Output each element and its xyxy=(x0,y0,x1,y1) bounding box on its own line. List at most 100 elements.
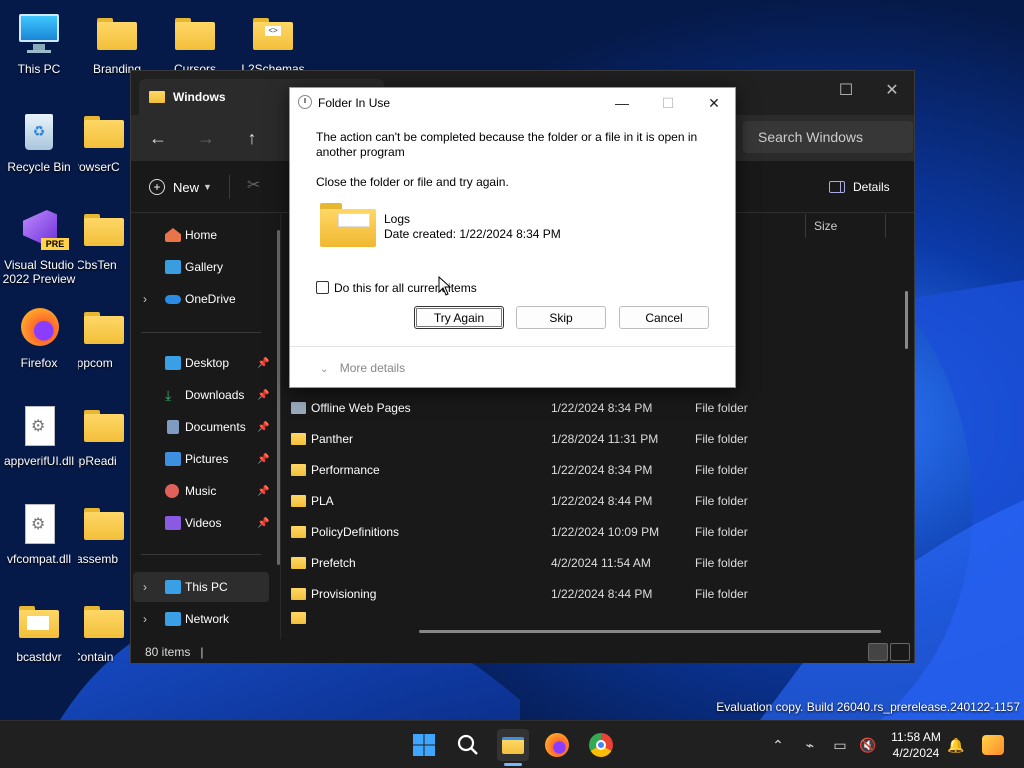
desktop-icon-recycle-bin[interactable]: ♻ Recycle Bin xyxy=(0,102,78,192)
file-list-horizontal-scrollbar[interactable] xyxy=(419,630,881,633)
up-button[interactable]: ↑ xyxy=(235,123,269,153)
sidebar-scrollbar[interactable] xyxy=(277,230,280,565)
forward-button[interactable]: → xyxy=(189,123,223,153)
details-view-button[interactable] xyxy=(868,643,888,661)
sidebar-item-pictures[interactable]: Pictures 📌 xyxy=(133,444,269,474)
table-row[interactable]: Performance 1/22/2024 8:34 PM File folde… xyxy=(283,455,903,486)
search-placeholder: Search Windows xyxy=(758,129,864,145)
desktop-icon-firefox[interactable]: Firefox xyxy=(0,298,78,388)
table-row-partial[interactable] xyxy=(283,610,903,624)
folder-icon xyxy=(291,612,306,624)
sidebar-item-home[interactable]: Home xyxy=(133,220,269,250)
folder-icon xyxy=(502,736,524,754)
try-again-button[interactable]: Try Again xyxy=(414,306,504,329)
desktop-icon-label: appverifUI.dll xyxy=(3,454,75,468)
pin-icon[interactable]: 📌 xyxy=(257,390,269,401)
folder-icon xyxy=(291,464,306,476)
table-row[interactable]: PLA 1/22/2024 8:44 PM File folder xyxy=(283,486,903,517)
pin-icon[interactable]: 📌 xyxy=(257,518,269,529)
chevron-down-icon: ▼ xyxy=(203,182,212,192)
column-header-size[interactable]: Size xyxy=(814,214,837,238)
pin-icon[interactable]: 📌 xyxy=(257,454,269,465)
home-icon xyxy=(165,228,181,242)
large-icons-view-button[interactable] xyxy=(890,643,910,661)
desktop-icon-appverifui[interactable]: ⚙ appverifUI.dll xyxy=(0,396,78,486)
desktop-icon-label: CbsTen xyxy=(78,258,117,272)
search-input[interactable]: Search Windows xyxy=(743,121,913,153)
close-button[interactable]: ✕ xyxy=(869,75,915,105)
search-button[interactable] xyxy=(452,729,484,761)
table-row[interactable]: Prefetch 4/2/2024 11:54 AM File folder xyxy=(283,548,903,579)
table-row[interactable]: PolicyDefinitions 1/22/2024 10:09 PM Fil… xyxy=(283,517,903,548)
table-row[interactable]: Provisioning 1/22/2024 8:44 PM File fold… xyxy=(283,579,903,610)
dialog-instruction: Close the folder or file and try again. xyxy=(316,175,509,189)
volume-muted-icon[interactable]: 🔇 xyxy=(858,735,878,755)
desktop-icon-browserc[interactable]: BrowserC xyxy=(78,102,130,192)
item-count: 80 items xyxy=(145,645,191,659)
firefox-taskbar-button[interactable] xyxy=(541,729,573,761)
desktop-icon-label: appcom xyxy=(78,356,113,370)
file-list-vertical-scrollbar[interactable] xyxy=(905,291,908,349)
visual-studio-icon: PRE xyxy=(15,206,69,254)
desktop-icon-contain[interactable]: Contain xyxy=(78,592,130,682)
dialog-title: Folder In Use xyxy=(318,96,391,110)
show-hidden-icons-button[interactable]: ⌃ xyxy=(768,735,788,755)
sidebar-item-downloads[interactable]: ⤓ Downloads 📌 xyxy=(133,380,269,410)
sidebar-item-this-pc[interactable]: › This PC xyxy=(133,572,269,602)
sidebar-item-desktop[interactable]: Desktop 📌 xyxy=(133,348,269,378)
notification-bell-icon[interactable]: 🔔 xyxy=(946,735,966,755)
display-icon[interactable]: ▭ xyxy=(830,735,850,755)
sidebar-item-gallery[interactable]: Gallery xyxy=(133,252,269,282)
minimize-button[interactable]: — xyxy=(600,90,644,116)
folder-icon xyxy=(80,206,128,254)
chevron-right-icon[interactable]: › xyxy=(143,292,147,306)
table-row[interactable]: Panther 1/28/2024 11:31 PM File folder xyxy=(283,424,903,455)
pin-icon[interactable]: 📌 xyxy=(257,358,269,369)
tab-title: Windows xyxy=(173,90,226,104)
file-type: File folder xyxy=(695,463,748,477)
chrome-taskbar-button[interactable] xyxy=(585,729,617,761)
more-details-toggle[interactable]: ⌄ More details xyxy=(320,361,405,375)
desktop-icon-vfcompat[interactable]: ⚙ vfcompat.dll xyxy=(0,494,78,584)
table-row[interactable]: Offline Web Pages 1/22/2024 8:34 PM File… xyxy=(283,393,903,424)
cancel-button[interactable]: Cancel xyxy=(619,306,709,329)
desktop-icon-appreadi[interactable]: AppReadi xyxy=(78,396,130,486)
sidebar-item-onedrive[interactable]: › OneDrive xyxy=(133,284,269,314)
desktop-icon-visual-studio[interactable]: PRE Visual Studio 2022 Preview xyxy=(0,200,78,290)
skip-button[interactable]: Skip xyxy=(516,306,606,329)
pin-icon[interactable]: 📌 xyxy=(257,422,269,433)
desktop-icon-assemb[interactable]: assemb xyxy=(78,494,130,584)
cut-icon[interactable]: ✂ xyxy=(247,175,260,195)
sidebar-item-label: This PC xyxy=(185,580,228,594)
network-icon xyxy=(165,612,181,626)
maximize-button[interactable]: ☐ xyxy=(823,75,869,105)
file-type: File folder xyxy=(695,556,748,570)
apply-to-all-checkbox[interactable] xyxy=(316,281,329,294)
chevron-right-icon[interactable]: › xyxy=(143,580,147,594)
sidebar-item-label: Documents xyxy=(185,420,246,434)
folder-icon xyxy=(149,91,165,103)
desktop-icon-cbsten[interactable]: CbsTen xyxy=(78,200,130,290)
desktop-icon-this-pc[interactable]: This PC xyxy=(0,4,78,94)
system-clock[interactable]: 11:58 AM 4/2/2024 xyxy=(884,729,948,761)
network-disconnected-icon[interactable]: ⌁ xyxy=(800,735,820,755)
details-button[interactable]: Details xyxy=(829,175,890,199)
copilot-icon[interactable] xyxy=(980,735,1006,755)
file-date: 1/22/2024 8:34 PM xyxy=(551,401,653,415)
sidebar-item-network[interactable]: › Network xyxy=(133,604,269,634)
sidebar-item-music[interactable]: Music 📌 xyxy=(133,476,269,506)
back-button[interactable]: ← xyxy=(141,123,175,153)
desktop-icon-appcom[interactable]: appcom xyxy=(78,298,130,388)
new-button[interactable]: + New ▼ xyxy=(149,173,212,201)
chevron-right-icon[interactable]: › xyxy=(143,612,147,626)
file-name: PLA xyxy=(311,494,334,508)
onedrive-icon xyxy=(165,295,181,304)
checkbox-label[interactable]: Do this for all current items xyxy=(334,281,477,296)
sidebar-item-videos[interactable]: Videos 📌 xyxy=(133,508,269,538)
pin-icon[interactable]: 📌 xyxy=(257,486,269,497)
close-button[interactable]: ✕ xyxy=(692,90,736,116)
desktop-icon-bcastdvr[interactable]: bcastdvr xyxy=(0,592,78,682)
sidebar-item-documents[interactable]: Documents 📌 xyxy=(133,412,269,442)
file-explorer-taskbar-button[interactable] xyxy=(497,729,529,761)
start-button[interactable] xyxy=(408,729,440,761)
